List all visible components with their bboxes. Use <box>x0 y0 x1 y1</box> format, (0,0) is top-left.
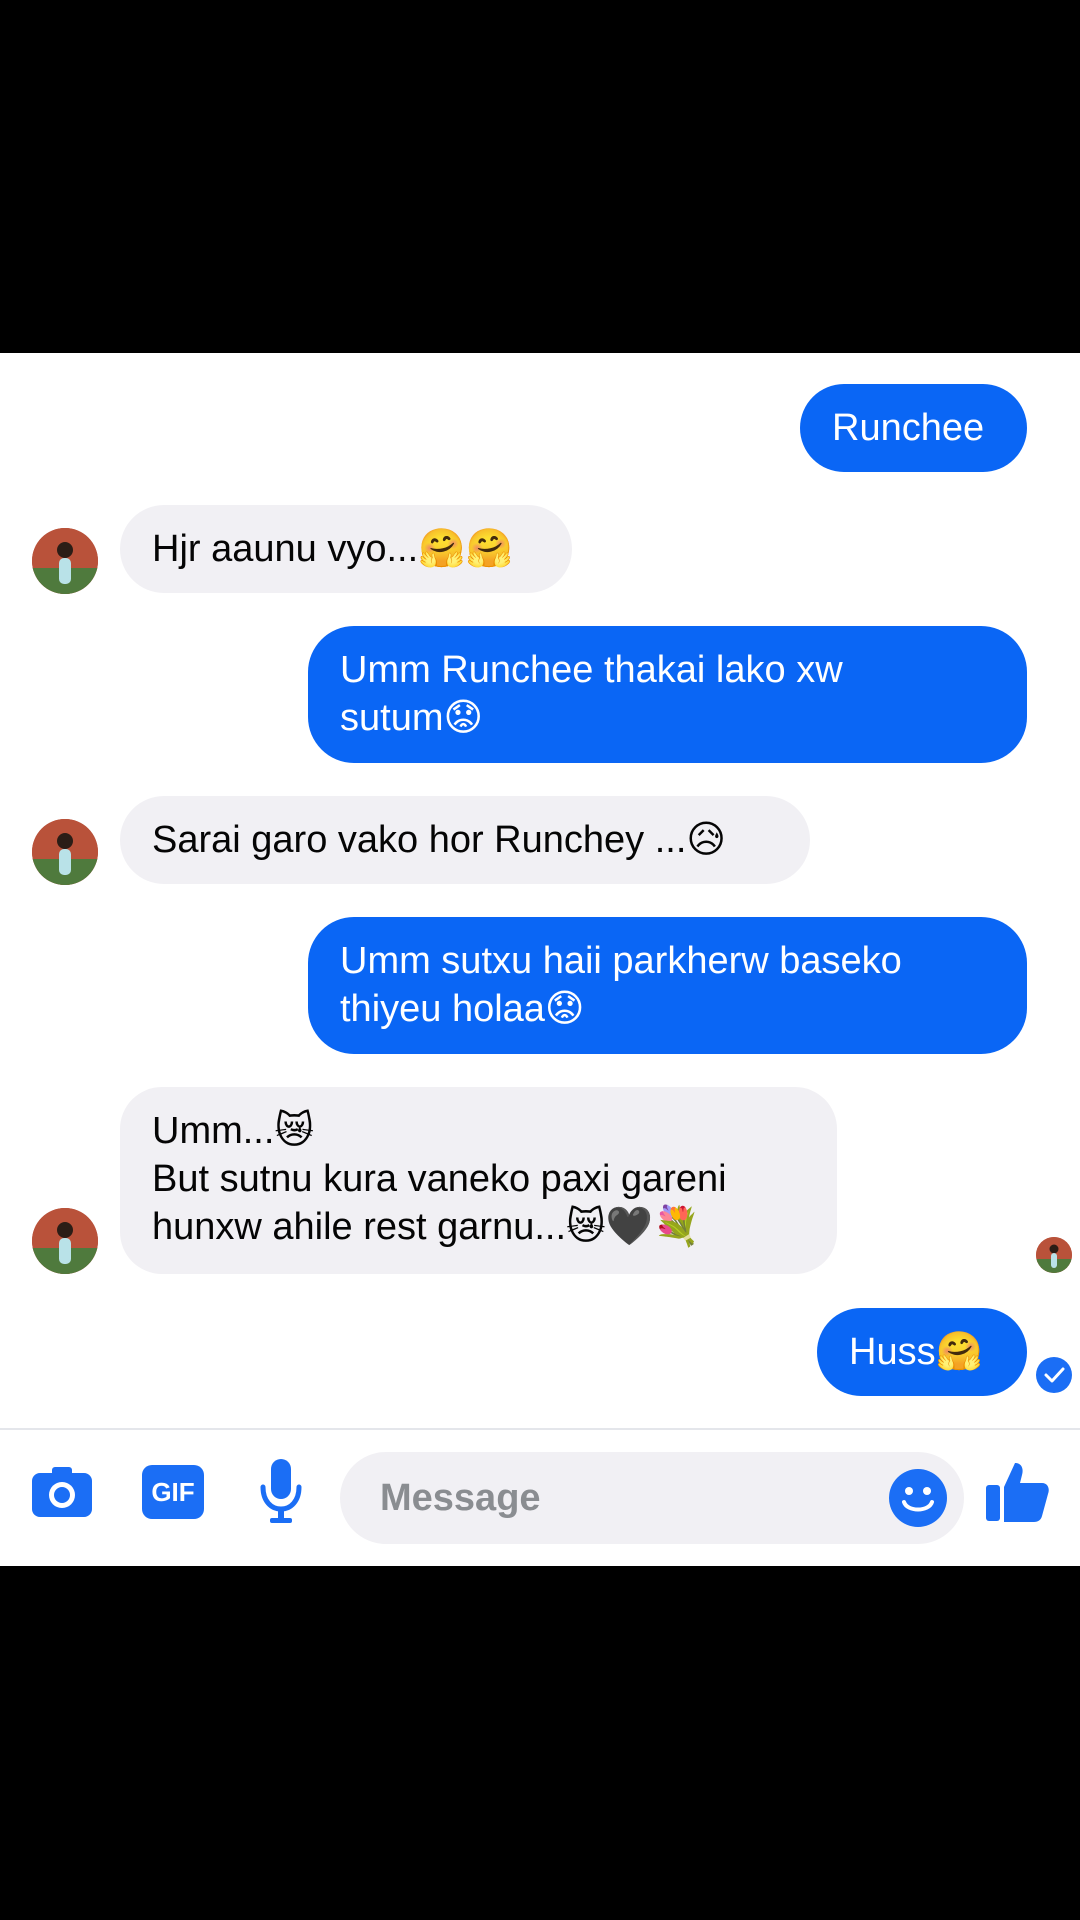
emoji-icon[interactable] <box>888 1468 948 1528</box>
message-bubble-incoming[interactable]: Sarai garo vako hor Runchey ...😥 <box>120 796 810 884</box>
message-line: thiyeu holaa😟 <box>340 988 585 1030</box>
seen-avatar <box>1036 1237 1072 1273</box>
microphone-icon[interactable] <box>258 1459 304 1525</box>
message-bubble-outgoing[interactable]: Umm sutxu haii parkherw baseko thiyeu ho… <box>308 917 1027 1054</box>
thumbs-up-icon[interactable] <box>984 1461 1050 1523</box>
gif-icon[interactable]: GIF <box>142 1465 204 1519</box>
message-line: Umm...😿 <box>152 1110 315 1152</box>
contact-avatar[interactable] <box>32 528 98 594</box>
chat-panel: Runchee Hjr aaunu vyo...🤗🤗 Umm Runchee t… <box>0 353 1080 1566</box>
contact-avatar[interactable] <box>32 819 98 885</box>
message-text: Sarai garo vako hor Runchey ...😥 <box>152 819 727 861</box>
message-line: Umm Runchee thakai lako xw <box>340 649 843 691</box>
message-bubble-incoming[interactable]: Hjr aaunu vyo...🤗🤗 <box>120 505 572 593</box>
delivered-check-icon <box>1036 1357 1072 1393</box>
message-bubble-outgoing[interactable]: Runchee <box>800 384 1027 472</box>
message-line: hunxw ahile rest garnu...😿🖤💐 <box>152 1206 701 1248</box>
message-input[interactable]: Message <box>340 1452 964 1544</box>
message-text: Hjr aaunu vyo...🤗🤗 <box>152 528 513 570</box>
contact-avatar[interactable] <box>32 1208 98 1274</box>
message-line: Umm sutxu haii parkherw baseko <box>340 940 902 982</box>
message-placeholder: Message <box>380 1477 541 1519</box>
message-line: But sutnu kura vaneko paxi gareni <box>152 1158 727 1200</box>
message-line: sutum😟 <box>340 697 484 739</box>
gif-label: GIF <box>151 1477 195 1507</box>
composer-divider <box>0 1428 1080 1430</box>
message-bubble-outgoing[interactable]: Huss🤗 <box>817 1308 1027 1396</box>
camera-icon[interactable] <box>30 1463 94 1519</box>
message-bubble-outgoing[interactable]: Umm Runchee thakai lako xw sutum😟 <box>308 626 1027 763</box>
message-bubble-incoming[interactable]: Umm...😿 But sutnu kura vaneko paxi garen… <box>120 1087 837 1274</box>
message-text: Runchee <box>832 407 985 449</box>
message-text: Huss🤗 <box>849 1331 983 1373</box>
screen: Runchee Hjr aaunu vyo...🤗🤗 Umm Runchee t… <box>0 0 1080 1920</box>
